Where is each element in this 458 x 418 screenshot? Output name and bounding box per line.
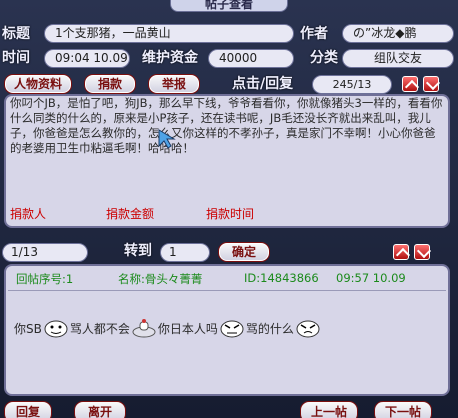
angry-emoticon-2-icon <box>295 318 321 338</box>
time-field: 09:04 10.09 <box>44 49 130 68</box>
scroll-down-button[interactable] <box>423 76 439 92</box>
post-viewer-window: 帖子查看 标题 1个支那猪，一品黄山 作者 の”冰龙◆鹏 时间 09:04 10… <box>0 0 458 418</box>
smiley-emoticon-icon <box>43 318 69 338</box>
reply-author-name: 名称:骨头々菁菁 <box>118 272 203 286</box>
scroll-up-button[interactable] <box>402 76 418 92</box>
donate-button[interactable]: 捐款 <box>84 74 136 94</box>
confirm-goto-button[interactable]: 确定 <box>218 242 270 262</box>
goto-label: 转到 <box>124 243 152 259</box>
fund-field: 40000 <box>208 49 294 68</box>
leave-button[interactable]: 离开 <box>74 401 126 418</box>
author-label: 作者 <box>300 26 328 42</box>
time-label: 时间 <box>2 50 30 66</box>
reply-author-id: ID:14843866 <box>244 271 319 285</box>
reply-sequence: 回帖序号:1 <box>16 272 74 286</box>
reply-button[interactable]: 回复 <box>4 401 52 418</box>
page-indicator: 1/13 <box>2 243 88 262</box>
donation-time-column-header: 捐款时间 <box>206 207 255 221</box>
reply-text-1: 你SB <box>14 321 42 336</box>
reply-content: 你SB 骂人都不会 你日本人吗 骂的什么 <box>14 318 322 338</box>
author-field[interactable]: の”冰龙◆鹏 <box>342 24 454 43</box>
donor-column-header: 捐款人 <box>10 207 47 221</box>
reply-text-3: 你日本人吗 <box>157 321 218 336</box>
category-field: 组队交友 <box>342 49 454 68</box>
report-button[interactable]: 举报 <box>148 74 200 94</box>
prev-post-button[interactable]: 上一帖 <box>300 401 358 418</box>
category-label: 分类 <box>310 50 338 66</box>
bowl-emoticon-icon <box>131 318 157 338</box>
page-down-button[interactable] <box>414 244 430 260</box>
reply-text-4: 骂的什么 <box>245 321 294 336</box>
clicks-replies-value: 245/13 <box>312 75 392 94</box>
next-post-button[interactable]: 下一帖 <box>374 401 432 418</box>
reply-text-2: 骂人都不会 <box>69 321 130 336</box>
goto-page-input[interactable]: 1 <box>160 243 210 262</box>
amount-column-header: 捐款金额 <box>106 207 155 221</box>
reply-time: 09:57 10.09 <box>336 271 406 285</box>
reply-divider <box>8 290 446 291</box>
angry-emoticon-icon <box>219 318 245 338</box>
window-title: 帖子查看 <box>170 0 288 12</box>
page-up-button[interactable] <box>393 244 409 260</box>
subject-field: 1个支那猪，一品黄山 <box>44 24 294 43</box>
profile-button[interactable]: 人物资料 <box>4 74 72 94</box>
subject-label: 标题 <box>2 26 30 42</box>
fund-label: 维护资金 <box>142 50 198 66</box>
post-content-text: 你叼个JB，是怕了吧，狗JB，那么早下线，爷爷看看你，你就像猪头3一样的，看看你… <box>10 96 443 155</box>
cursor-icon <box>158 129 176 149</box>
clicks-replies-label: 点击/回复 <box>232 76 294 92</box>
